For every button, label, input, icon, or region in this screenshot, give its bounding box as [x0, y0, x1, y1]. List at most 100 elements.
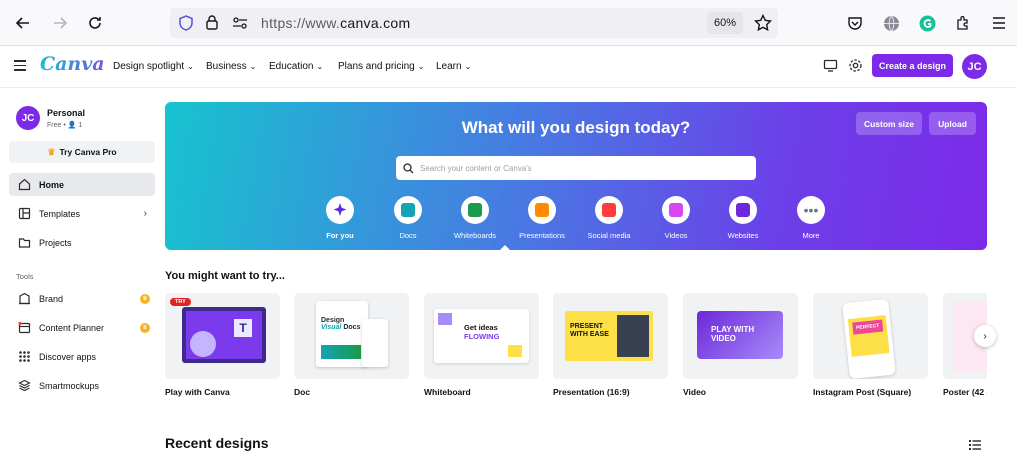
card-label-poster[interactable]: Poster (42 c — [943, 387, 987, 397]
card-label-doc[interactable]: Doc — [294, 387, 310, 397]
try-canva-pro-button[interactable]: ♛ Try Canva Pro — [9, 141, 155, 163]
sparkle-icon — [326, 196, 354, 224]
nav-plans-and-pricing[interactable]: Plans and pricing ⌄ — [338, 61, 424, 72]
card-presentation[interactable]: PRESENT WITH EASE — [553, 293, 668, 379]
user-avatar[interactable]: JC — [962, 54, 987, 79]
card-video[interactable]: PLAY WITH VIDEO — [683, 293, 798, 379]
upload-button[interactable]: Upload — [929, 112, 976, 135]
url-host: canva.com — [340, 15, 411, 31]
card-label-play-with-canva[interactable]: Play with Canva — [165, 387, 230, 397]
menu-icon[interactable] — [989, 13, 1009, 33]
sidebar-item-label: Smartmockups — [39, 380, 100, 391]
cursor-icon — [729, 196, 757, 224]
url-text[interactable]: https://www.canva.com — [261, 15, 410, 31]
hamburger-menu-icon[interactable] — [14, 60, 26, 72]
nav-label: Education — [269, 61, 314, 72]
category-presentations[interactable]: Presentations — [510, 196, 574, 240]
account-name[interactable]: Personal — [47, 108, 85, 118]
extensions-icon[interactable] — [953, 13, 973, 33]
globe-icon[interactable] — [881, 13, 901, 33]
video-text-line-1: PLAY WITH — [711, 325, 755, 334]
doc-thumbnail: Design Visual Docs — [316, 301, 368, 367]
card-label-presentation[interactable]: Presentation (16:9) — [553, 387, 630, 397]
search-input[interactable]: Search your content or Canva's — [396, 156, 756, 180]
pocket-icon[interactable] — [845, 13, 865, 33]
category-label: Docs — [399, 231, 417, 240]
sidebar-item-home[interactable]: Home — [9, 173, 155, 196]
category-more[interactable]: ••• More — [779, 196, 843, 240]
category-social-media[interactable]: Social media — [577, 196, 641, 240]
whiteboard-thumbnail: Get ideas FLOWING — [434, 309, 529, 363]
card-label-whiteboard[interactable]: Whiteboard — [424, 387, 471, 397]
chevron-down-icon: ⌄ — [187, 62, 194, 71]
card-whiteboard[interactable]: Get ideas FLOWING — [424, 293, 539, 379]
forward-arrow-icon[interactable] — [48, 11, 72, 35]
category-docs[interactable]: Docs — [376, 196, 440, 240]
custom-size-button[interactable]: Custom size — [856, 112, 922, 135]
zoom-level[interactable]: 60% — [707, 12, 743, 34]
phone-thumbnail: PERFECT — [842, 298, 896, 379]
category-label: Whiteboards — [453, 231, 497, 240]
chevron-down-icon: ⌄ — [464, 62, 472, 71]
card-label-video[interactable]: Video — [683, 387, 706, 397]
nav-education[interactable]: Education ⌄ — [269, 61, 323, 72]
sidebar-item-projects[interactable]: Projects — [9, 231, 155, 254]
shield-icon[interactable] — [178, 15, 194, 36]
active-category-indicator — [500, 245, 510, 250]
more-dots-icon: ••• — [797, 196, 825, 224]
canva-logo[interactable]: Canva — [40, 53, 105, 75]
doc-thumb-title: Design Visual Docs — [321, 317, 360, 331]
chevron-down-icon: ⌄ — [316, 62, 324, 71]
sidebar-item-discover-apps[interactable]: Discover apps — [9, 345, 155, 368]
text-tool-icon: T — [234, 319, 252, 337]
lock-icon[interactable] — [205, 14, 219, 35]
create-a-design-button[interactable]: Create a design — [872, 54, 953, 77]
reload-icon[interactable] — [83, 11, 107, 35]
pres-text-line-2: WITH EASE — [570, 331, 609, 338]
docs-icon — [394, 196, 422, 224]
account-avatar[interactable]: JC — [16, 106, 40, 130]
grammarly-icon[interactable] — [917, 13, 937, 33]
presentation-icon — [528, 196, 556, 224]
nav-design-spotlight[interactable]: Design spotlight ⌄ — [113, 61, 194, 72]
search-placeholder: Search your content or Canva's — [420, 163, 532, 173]
monitor-icon[interactable] — [823, 58, 839, 74]
category-label: Videos — [664, 231, 688, 240]
sidebar-item-label: Home — [39, 179, 65, 190]
doc-thumb-line-3: Docs — [343, 324, 361, 331]
card-instagram-post[interactable]: PERFECT — [813, 293, 928, 379]
sidebar-item-label: Discover apps — [39, 351, 97, 362]
nav-label: Design spotlight — [113, 61, 185, 72]
category-videos[interactable]: Videos — [644, 196, 708, 240]
crown-badge-icon: ♛ — [140, 322, 150, 333]
nav-learn[interactable]: Learn ⌄ — [436, 61, 471, 72]
permissions-icon[interactable] — [232, 16, 248, 35]
sidebar-item-smartmockups[interactable]: Smartmockups — [9, 374, 155, 397]
card-doc[interactable]: Design Visual Docs — [294, 293, 409, 379]
sidebar: JC Personal Free • 👤 1 ♛ Try Canva Pro Ho… — [0, 88, 162, 461]
doc-mobile-thumbnail — [362, 319, 388, 367]
chevron-down-icon: ⌄ — [249, 62, 257, 71]
settings-gear-icon[interactable] — [848, 58, 864, 74]
sidebar-item-content-planner[interactable]: Content Planner ♛ — [9, 316, 155, 339]
carousel-next-arrow-icon[interactable]: › — [974, 325, 996, 347]
search-icon — [403, 162, 414, 174]
instagram-thumb-text: PERFECT — [852, 319, 884, 335]
video-thumb-text: PLAY WITH VIDEO — [711, 325, 754, 343]
category-websites[interactable]: Websites — [711, 196, 775, 240]
card-label-instagram-post[interactable]: Instagram Post (Square) — [813, 387, 911, 397]
category-for-you[interactable]: For you — [308, 196, 372, 240]
list-view-icon[interactable] — [969, 437, 981, 450]
sidebar-item-templates[interactable]: Templates › — [9, 202, 155, 225]
card-play-with-canva[interactable]: T TRY — [165, 293, 280, 379]
chevron-right-icon[interactable]: › — [144, 208, 147, 219]
url-bar[interactable]: https://www.canva.com — [170, 8, 778, 38]
bookmark-star-icon[interactable] — [753, 13, 773, 33]
category-whiteboards[interactable]: Whiteboards — [443, 196, 507, 240]
back-arrow-icon[interactable] — [11, 11, 35, 35]
nav-business[interactable]: Business ⌄ — [206, 61, 256, 72]
category-label: Social media — [587, 231, 631, 240]
sidebar-item-brand[interactable]: Brand ♛ — [9, 287, 155, 310]
whiteboard-thumb-text: Get ideas FLOWING — [464, 323, 499, 341]
instagram-post-thumbnail: PERFECT — [847, 315, 890, 357]
